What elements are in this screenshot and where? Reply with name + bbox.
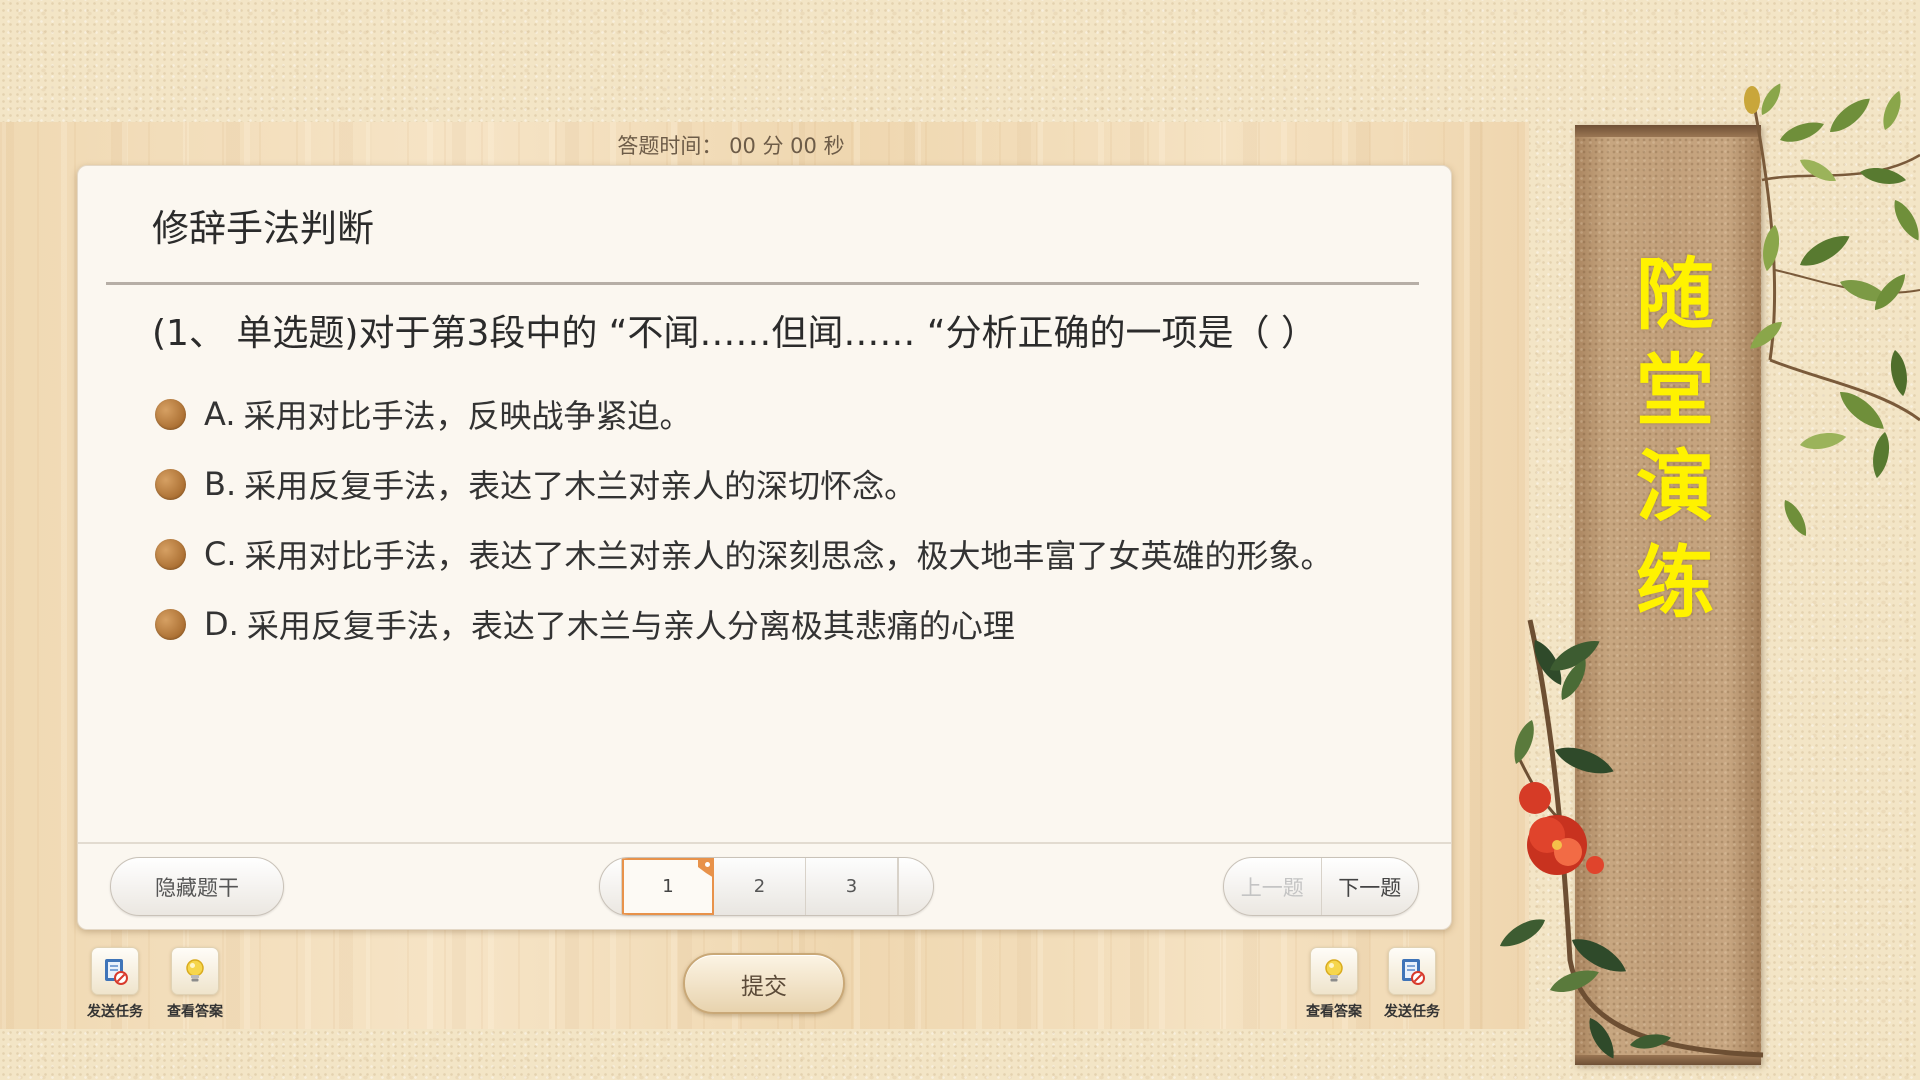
- next-question-button[interactable]: 下一题: [1322, 858, 1419, 915]
- option-b[interactable]: B. 采用反复手法，表达了木兰对亲人的深切怀念。: [155, 464, 1333, 505]
- page-button-1[interactable]: 1: [622, 858, 714, 915]
- hide-stem-button[interactable]: 隐藏题干: [110, 857, 284, 916]
- option-letter: D.: [204, 605, 239, 643]
- page-button-3[interactable]: 3: [806, 858, 898, 915]
- answer-timer: 答题时间： 00 分 00 秒: [617, 134, 845, 158]
- toolbar-right-send-task[interactable]: 发送任务: [1377, 947, 1447, 1021]
- option-d[interactable]: D. 采用反复手法，表达了木兰与亲人分离极其悲痛的心理: [155, 604, 1333, 645]
- footer-divider: [78, 842, 1451, 844]
- upper-vine: [1744, 80, 1920, 540]
- option-text: 采用反复手法，表达了木兰对亲人的深切怀念。: [244, 467, 917, 505]
- option-letter: B.: [204, 465, 237, 503]
- toolbar-right-view-answer[interactable]: 查看答案: [1299, 947, 1369, 1021]
- page-number: 1: [662, 876, 674, 897]
- radio-bullet[interactable]: [155, 608, 186, 640]
- radio-bullet[interactable]: [155, 398, 186, 430]
- question-card: 修辞手法判断 (1、 单选题)对于第3段中的 “不闻……但闻…… “分析正确的一…: [77, 165, 1452, 930]
- send-task-button[interactable]: [91, 947, 139, 995]
- page-button-2[interactable]: 2: [714, 858, 806, 915]
- question-stem: (1、 单选题)对于第3段中的 “不闻……但闻…… “分析正确的一项是（ ）: [152, 313, 1317, 354]
- option-letter: C.: [204, 535, 237, 573]
- red-flower: [1527, 815, 1587, 875]
- red-flower-bud: [1519, 782, 1551, 814]
- lower-flower-branch: [1500, 619, 1764, 1063]
- option-list: A. 采用对比手法，反映战争紧迫。 B. 采用反复手法，表达了木兰对亲人的深切怀…: [155, 394, 1333, 674]
- view-answer-label: 查看答案: [167, 1004, 223, 1020]
- question-pager: 1 2 3: [599, 857, 934, 916]
- plant-decoration: [1500, 80, 1920, 1063]
- radio-bullet[interactable]: [155, 538, 186, 570]
- send-task-label: 发送任务: [87, 1004, 143, 1020]
- prev-question-button[interactable]: 上一题: [1224, 858, 1322, 915]
- toolbar-left-view-answer[interactable]: 查看答案: [160, 947, 230, 1021]
- option-c[interactable]: C. 采用对比手法，表达了木兰对亲人的深刻思念，极大地丰富了女英雄的形象。: [155, 534, 1333, 575]
- option-text: 采用对比手法，反映战争紧迫。: [243, 397, 692, 435]
- submit-button[interactable]: 提交: [683, 953, 845, 1014]
- send-task-label: 发送任务: [1384, 1004, 1440, 1020]
- question-nav: 上一题 下一题: [1223, 857, 1419, 916]
- option-text: 采用对比手法，表达了木兰对亲人的深刻思念，极大地丰富了女英雄的形象。: [244, 537, 1333, 575]
- option-letter: A.: [204, 395, 236, 433]
- toolbar-left-send-task[interactable]: 发送任务: [80, 947, 150, 1021]
- view-answer-button[interactable]: [171, 947, 219, 995]
- send-task-icon: [1402, 959, 1425, 985]
- pager-right-cap: [898, 858, 933, 915]
- page-number: 3: [845, 876, 858, 897]
- radio-bullet[interactable]: [155, 468, 186, 500]
- view-answer-icon: [1325, 959, 1343, 982]
- send-task-icon: [105, 959, 128, 985]
- page-number: 2: [753, 876, 766, 897]
- send-task-button[interactable]: [1388, 947, 1436, 995]
- option-a[interactable]: A. 采用对比手法，反映战争紧迫。: [155, 394, 1333, 435]
- pager-left-cap: [600, 858, 622, 915]
- title-divider: [106, 282, 1419, 285]
- view-answer-label: 查看答案: [1306, 1004, 1362, 1020]
- red-flower-bud: [1586, 856, 1604, 874]
- view-answer-button[interactable]: [1310, 947, 1358, 995]
- option-text: 采用反复手法，表达了木兰与亲人分离极其悲痛的心理: [246, 607, 1015, 645]
- current-page-marker-icon: [698, 858, 714, 878]
- view-answer-icon: [186, 959, 204, 982]
- question-category-title: 修辞手法判断: [152, 207, 374, 250]
